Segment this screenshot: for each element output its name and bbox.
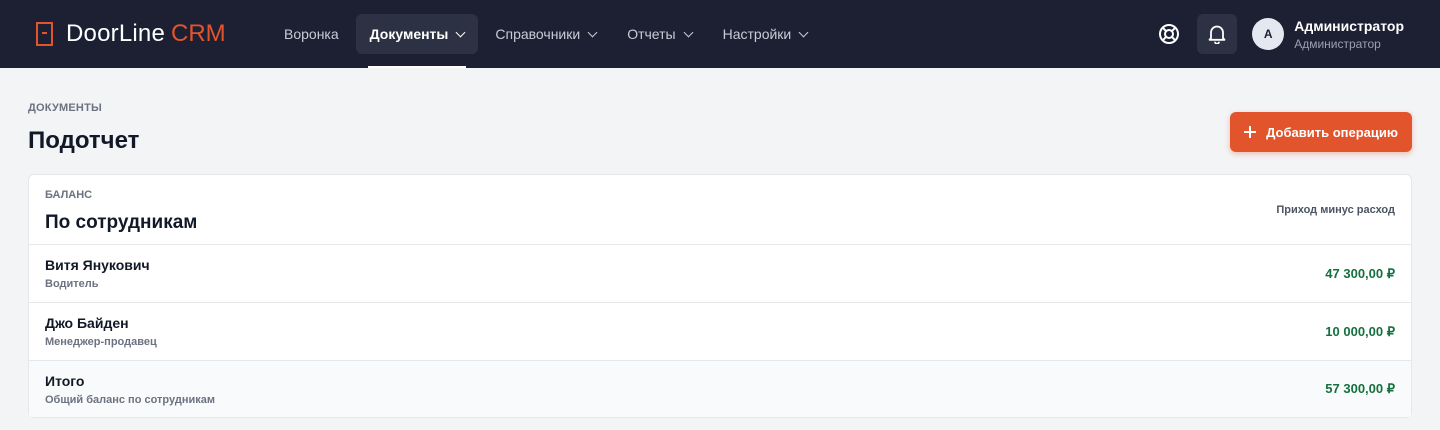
header-actions: A Администратор Администратор xyxy=(1149,14,1404,54)
user-info[interactable]: Администратор Администратор xyxy=(1294,18,1404,51)
lifebuoy-icon xyxy=(1159,24,1180,44)
chevron-down-icon xyxy=(798,27,809,37)
card-title: По сотрудникам xyxy=(45,212,198,233)
table-row[interactable]: Витя Янукович Водитель 47 300,00 ₽ xyxy=(29,245,1411,303)
bell-icon xyxy=(1208,25,1226,44)
card-column-caption: Приход минус расход xyxy=(1276,204,1395,216)
total-description: Общий баланс по сотрудникам xyxy=(45,393,215,406)
table-row[interactable]: Джо Байден Менеджер-продавец 10 000,00 ₽ xyxy=(29,303,1411,361)
user-role: Администратор xyxy=(1294,36,1381,51)
total-amount: 57 300,00 ₽ xyxy=(1325,381,1395,396)
balance-card: БАЛАНС По сотрудникам Приход минус расхо… xyxy=(28,174,1412,418)
user-name: Администратор xyxy=(1294,17,1404,34)
nav-item-label: Справочники xyxy=(495,26,581,42)
chevron-down-icon xyxy=(587,27,598,37)
employee-role: Менеджер-продавец xyxy=(45,336,157,348)
brand-accent: CRM xyxy=(171,20,226,47)
total-row: Итого Общий баланс по сотрудникам 57 300… xyxy=(29,361,1411,417)
door-logo-icon xyxy=(36,22,53,46)
nav-item-label: Отчеты xyxy=(627,26,676,42)
nav-item-reports[interactable]: Отчеты xyxy=(613,14,705,54)
nav-item-label: Настройки xyxy=(722,26,792,42)
nav-item-label: Воронка xyxy=(284,26,339,42)
nav-item-directories[interactable]: Справочники xyxy=(481,14,610,54)
total-label: Итого xyxy=(45,372,85,389)
notifications-button[interactable] xyxy=(1197,14,1238,54)
add-operation-button[interactable]: Добавить операцию xyxy=(1230,112,1412,152)
card-eyebrow: БАЛАНС xyxy=(45,189,93,201)
chevron-down-icon xyxy=(683,27,694,37)
balance-amount: 10 000,00 ₽ xyxy=(1325,323,1395,339)
employee-name: Витя Янукович xyxy=(45,257,150,273)
breadcrumb[interactable]: ДОКУМЕНТЫ xyxy=(28,102,139,114)
add-operation-label: Добавить операцию xyxy=(1266,124,1398,140)
plus-icon xyxy=(1244,126,1257,138)
employee-name: Джо Байден xyxy=(45,315,129,331)
employee-role: Водитель xyxy=(45,278,99,290)
help-button[interactable] xyxy=(1149,14,1189,54)
card-header: БАЛАНС По сотрудникам Приход минус расхо… xyxy=(29,175,1411,245)
nav-item-documents[interactable]: Документы xyxy=(355,14,479,68)
balance-amount: 47 300,00 ₽ xyxy=(1325,265,1395,281)
brand-name: DoorLine xyxy=(66,20,165,47)
page-title: Подотчет xyxy=(28,127,140,154)
logo[interactable]: DoorLine CRM xyxy=(36,20,246,48)
nav-item-settings[interactable]: Настройки xyxy=(709,14,822,54)
nav-item-funnel[interactable]: Воронка xyxy=(270,14,353,54)
nav-item-label: Документы xyxy=(369,26,449,42)
main-nav: Воронка Документы Справочники Отчеты Нас… xyxy=(270,0,824,68)
avatar[interactable]: A xyxy=(1252,18,1285,50)
top-navbar: DoorLine CRM Воронка Документы Справочни… xyxy=(0,0,1440,68)
chevron-down-icon xyxy=(455,27,466,37)
